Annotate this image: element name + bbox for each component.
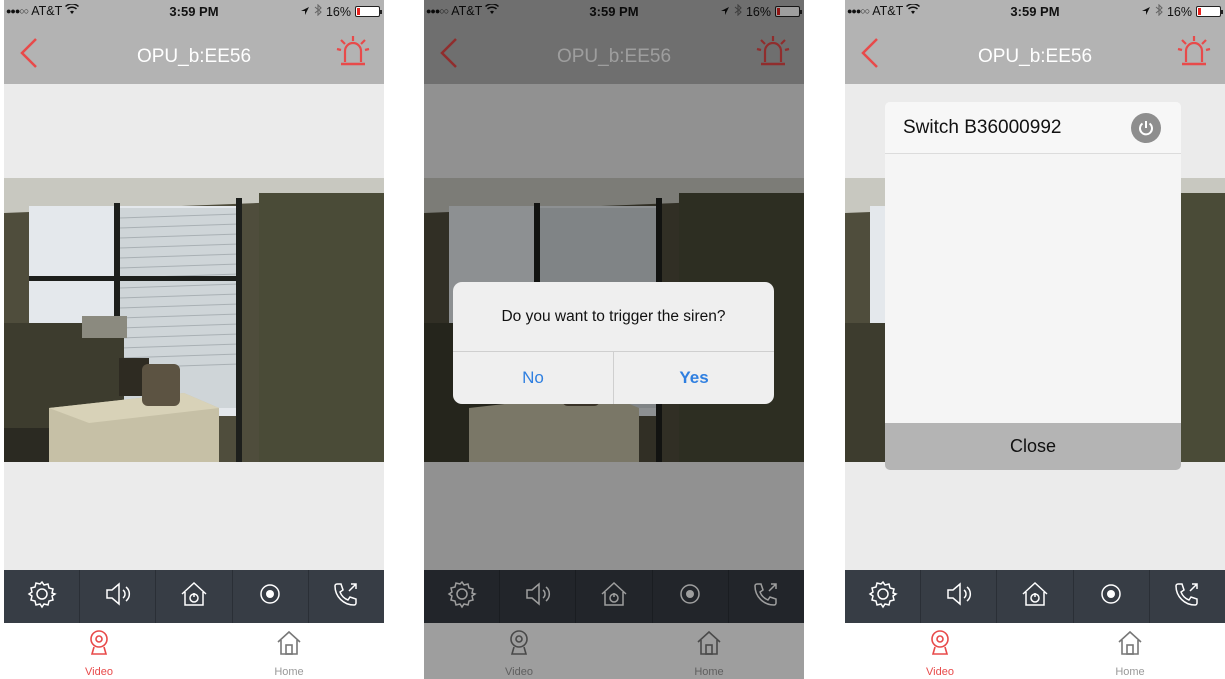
record-icon — [255, 579, 285, 614]
record-button[interactable] — [1074, 570, 1150, 623]
settings-icon — [27, 579, 57, 614]
tab-video-label: Video — [926, 666, 954, 678]
navigation-bar: OPU_b:EE56 — [845, 22, 1225, 84]
bluetooth-icon — [314, 3, 322, 19]
speaker-icon — [103, 579, 133, 614]
location-arrow-icon — [300, 5, 310, 19]
call-button[interactable] — [1150, 570, 1225, 623]
alert-no-button[interactable]: No — [453, 352, 614, 404]
settings-button[interactable] — [4, 570, 81, 623]
phone-screen-switch-popup: ●●●○○ AT&T 3:59 PM 16% OPU_b:EE56 Video … — [845, 0, 1225, 679]
home-arm-icon — [179, 579, 209, 614]
siren-alert-dialog: Do you want to trigger the siren? No Yes — [453, 282, 774, 404]
call-icon — [1172, 579, 1202, 614]
record-button[interactable] — [233, 570, 309, 623]
tab-video[interactable]: Video — [845, 623, 1035, 679]
record-icon — [1096, 579, 1126, 614]
alert-message: Do you want to trigger the siren? — [453, 282, 774, 352]
page-title: OPU_b:EE56 — [136, 46, 252, 67]
phone-screen-siren-alert: ●●●○○ AT&T 3:59 PM 16% OPU_b:EE56 Video … — [424, 0, 804, 679]
webcam-icon — [927, 629, 953, 666]
switch-list-popup: Switch B36000992 Close — [885, 102, 1181, 470]
home-icon — [1117, 629, 1143, 666]
page-title: OPU_b:EE56 — [977, 46, 1093, 67]
home-arm-button[interactable] — [156, 570, 233, 623]
home-arm-icon — [1020, 579, 1050, 614]
call-icon — [331, 579, 361, 614]
home-icon — [276, 629, 302, 666]
home-arm-button[interactable] — [997, 570, 1074, 623]
tab-home[interactable]: Home — [1035, 623, 1225, 679]
camera-video-feed[interactable] — [4, 178, 384, 462]
battery-icon — [1196, 6, 1223, 17]
control-toolbar — [4, 570, 384, 623]
webcam-icon — [86, 629, 112, 666]
power-icon[interactable] — [1131, 112, 1161, 143]
navigation-bar: OPU_b:EE56 — [4, 22, 384, 84]
tab-bar: Video Home — [845, 623, 1225, 679]
bluetooth-icon — [1155, 3, 1163, 19]
speaker-button[interactable] — [921, 570, 998, 623]
status-bar: ●●●○○ AT&T 3:59 PM 16% — [4, 0, 384, 22]
tab-home-label: Home — [1115, 666, 1145, 678]
battery-icon — [355, 6, 382, 17]
switch-list-item: Switch B36000992 — [885, 102, 1181, 154]
location-arrow-icon — [1141, 5, 1151, 19]
alert-yes-button[interactable]: Yes — [614, 352, 774, 404]
close-button[interactable]: Close — [885, 423, 1181, 470]
settings-button[interactable] — [845, 570, 922, 623]
tab-home[interactable]: Home — [194, 623, 384, 679]
siren-icon[interactable] — [336, 34, 370, 70]
tab-video[interactable]: Video — [4, 623, 194, 679]
phone-screen-video: ●●●○○ AT&T 3:59 PM 16% OPU_b:EE56 Video … — [4, 0, 384, 679]
tab-video-label: Video — [85, 666, 113, 678]
battery-percent: 16% — [1166, 4, 1192, 19]
status-bar: ●●●○○ AT&T 3:59 PM 16% — [845, 0, 1225, 22]
video-area — [4, 84, 384, 570]
call-button[interactable] — [309, 570, 384, 623]
switch-name: Switch B36000992 — [903, 116, 1062, 138]
speaker-button[interactable] — [80, 570, 157, 623]
speaker-icon — [944, 579, 974, 614]
tab-home-label: Home — [274, 666, 304, 678]
battery-percent: 16% — [325, 4, 351, 19]
siren-icon[interactable] — [1177, 34, 1211, 70]
control-toolbar — [845, 570, 1225, 623]
tab-bar: Video Home — [4, 623, 384, 679]
settings-icon — [868, 579, 898, 614]
